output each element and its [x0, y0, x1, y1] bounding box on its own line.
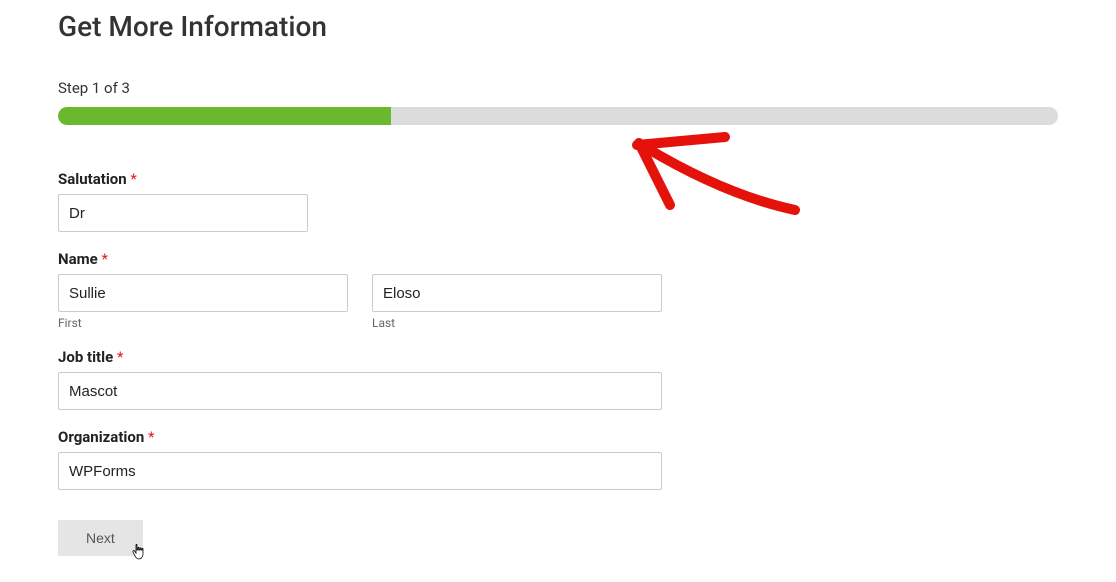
job-title-label-text: Job title	[58, 348, 113, 366]
first-name-input[interactable]	[58, 274, 348, 312]
field-salutation: Salutation *	[58, 170, 1058, 232]
organization-input[interactable]	[58, 452, 662, 490]
name-label: Name *	[58, 250, 1058, 268]
job-title-label: Job title *	[58, 348, 1058, 366]
required-mark: *	[148, 428, 154, 446]
progress-fill	[58, 107, 391, 125]
required-mark: *	[130, 170, 136, 188]
step-indicator: Step 1 of 3	[58, 79, 1058, 97]
last-name-sublabel: Last	[372, 316, 662, 330]
required-mark: *	[101, 250, 107, 268]
organization-label-text: Organization	[58, 428, 144, 446]
next-button[interactable]: Next	[58, 520, 143, 556]
required-mark: *	[117, 348, 123, 366]
salutation-input[interactable]	[58, 194, 308, 232]
name-row: First Last	[58, 274, 1058, 330]
job-title-input[interactable]	[58, 372, 662, 410]
organization-label: Organization *	[58, 428, 1058, 446]
name-first-wrap: First	[58, 274, 348, 330]
first-name-sublabel: First	[58, 316, 348, 330]
name-last-wrap: Last	[372, 274, 662, 330]
field-organization: Organization *	[58, 428, 1058, 490]
form-container: Get More Information Step 1 of 3 Salutat…	[0, 0, 1116, 556]
page-title: Get More Information	[58, 10, 1058, 43]
salutation-label-text: Salutation	[58, 170, 127, 188]
last-name-input[interactable]	[372, 274, 662, 312]
progress-bar	[58, 107, 1058, 125]
field-name: Name * First Last	[58, 250, 1058, 330]
salutation-label: Salutation *	[58, 170, 1058, 188]
name-label-text: Name	[58, 250, 98, 268]
field-job-title: Job title *	[58, 348, 1058, 410]
